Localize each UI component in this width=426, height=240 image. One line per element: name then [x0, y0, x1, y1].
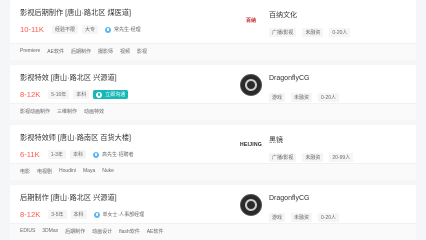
- company-logo[interactable]: HEIJING: [240, 134, 262, 156]
- skill-tag: 电影: [20, 169, 31, 175]
- job-title[interactable]: 影视特效师 [唐山·路南区 百货大楼]: [20, 133, 131, 143]
- education-tag: 本科: [73, 90, 90, 99]
- funding-tag: 未融资: [302, 28, 324, 37]
- funding-tag: 未融资: [302, 153, 324, 162]
- skill-tag: EDIUS: [20, 228, 36, 234]
- company-info[interactable]: DragonflyCG 游戏 未融资 0-20人: [240, 65, 410, 108]
- hr-name: 常先生·经理: [113, 27, 141, 33]
- job-card[interactable]: 影视后期制作 [唐山·路北区 煤医道] 10-11K 经验不限 大专 常先生·经…: [10, 0, 416, 60]
- skill-tag: 后期制作: [65, 229, 86, 235]
- industry-tag: 游戏: [269, 93, 286, 102]
- hr-contact[interactable]: 高先生·招聘者: [90, 150, 137, 159]
- company-info[interactable]: DragonflyCG 游戏 未融资 0-20人: [240, 185, 410, 228]
- industry-tag: 游戏: [269, 213, 286, 222]
- skill-tag: AE软件: [146, 229, 164, 235]
- skill-tag: 摄影师: [97, 49, 113, 55]
- company-name[interactable]: DragonflyCG: [269, 75, 309, 82]
- skill-tag: 动画设计: [92, 229, 113, 235]
- education-tag: 本科: [70, 210, 87, 219]
- job-card[interactable]: 后期制作 [唐山·路北区 兴源道] 8-12K 3-5年 本科 单女士·人事部经…: [10, 185, 416, 240]
- skill-tag: 三维制作: [57, 109, 78, 115]
- job-card[interactable]: 影视特效 [唐山·路北区 兴源道] 8-12K 5-10年 本科 立即沟通 Dr…: [10, 65, 416, 120]
- skill-tags: Premiere AE软件 后期制作 摄影师 视频 影视: [20, 48, 154, 55]
- skill-tag: Maya: [83, 168, 96, 174]
- experience-tag: 3-5年: [48, 210, 67, 219]
- skill-tag: Premiere: [20, 48, 41, 54]
- company-name[interactable]: 黑镜: [269, 135, 283, 145]
- skill-tag: flash软件: [119, 229, 140, 235]
- hr-contact[interactable]: 常先生·经理: [102, 25, 144, 34]
- job-title[interactable]: 后期制作 [唐山·路北区 兴源道]: [20, 193, 117, 203]
- recruiter-icon: [93, 211, 100, 218]
- skill-tag: 动画特效: [84, 109, 105, 115]
- job-title[interactable]: 影视后期制作 [唐山·路北区 煤医道]: [20, 8, 131, 18]
- skill-tag: 电视剧: [37, 169, 53, 175]
- company-name[interactable]: 百纳文化: [269, 10, 297, 20]
- salary: 8-12K: [20, 90, 41, 99]
- skill-tags: EDIUS 3DMax 后期制作 动画设计 flash软件 AE软件: [20, 228, 170, 235]
- company-name[interactable]: DragonflyCG: [269, 195, 309, 202]
- funding-tag: 未融资: [291, 213, 313, 222]
- job-card[interactable]: 影视特效师 [唐山·路南区 百货大楼] 6-11K 1-3年 本科 高先生·招聘…: [10, 125, 416, 180]
- size-tag: 0-20人: [318, 93, 340, 102]
- funding-tag: 未融资: [291, 93, 313, 102]
- company-logo[interactable]: 百纳: [240, 9, 262, 31]
- recruiter-icon: [92, 151, 99, 158]
- skill-tag: 3DMax: [42, 228, 59, 234]
- size-tag: 20-99人: [329, 153, 354, 162]
- industry-tag: 广播/影视: [269, 153, 297, 162]
- education-tag: 本科: [69, 150, 86, 159]
- education-tag: 大专: [81, 25, 98, 34]
- job-title[interactable]: 影视特效 [唐山·路北区 兴源道]: [20, 73, 117, 83]
- skill-tags: 影视动画制作 三维制作 动画特效: [20, 108, 111, 115]
- hr-name: 高先生·招聘者: [101, 152, 134, 158]
- salary: 6-11K: [20, 150, 40, 159]
- chat-icon: [96, 91, 103, 98]
- experience-tag: 1-3年: [47, 150, 66, 159]
- experience-tag: 经验不限: [51, 25, 78, 34]
- skill-tag: 视频: [120, 49, 131, 55]
- company-info[interactable]: 百纳 百纳文化 广播/影视 未融资 0-20人: [240, 0, 410, 43]
- salary: 10-11K: [20, 25, 44, 34]
- skill-tag: AE软件: [47, 49, 64, 55]
- chat-now-label: 立即沟通: [105, 92, 126, 98]
- chat-now-button[interactable]: 立即沟通: [93, 90, 129, 99]
- skill-tags: 电影 电视剧 Houdini Maya Nuke: [20, 168, 121, 175]
- experience-tag: 5-10年: [48, 90, 70, 99]
- company-info[interactable]: HEIJING 黑镜 广播/影视 未融资 20-99人: [240, 125, 410, 168]
- size-tag: 0-20人: [329, 28, 351, 37]
- skill-tag: 影视: [137, 49, 148, 55]
- skill-tag: Nuke: [102, 168, 114, 174]
- skill-tag: 后期制作: [70, 49, 91, 55]
- company-logo[interactable]: [240, 194, 262, 216]
- size-tag: 0-20人: [318, 213, 340, 222]
- company-logo[interactable]: [240, 74, 262, 96]
- skill-tag: Houdini: [59, 168, 76, 174]
- industry-tag: 广播/影视: [269, 28, 297, 37]
- hr-contact[interactable]: 单女士·人事部经理: [91, 210, 148, 219]
- salary: 8-12K: [20, 210, 41, 219]
- skill-tag: 影视动画制作: [20, 109, 51, 115]
- hr-name: 单女士·人事部经理: [102, 212, 145, 218]
- recruiter-icon: [104, 26, 111, 33]
